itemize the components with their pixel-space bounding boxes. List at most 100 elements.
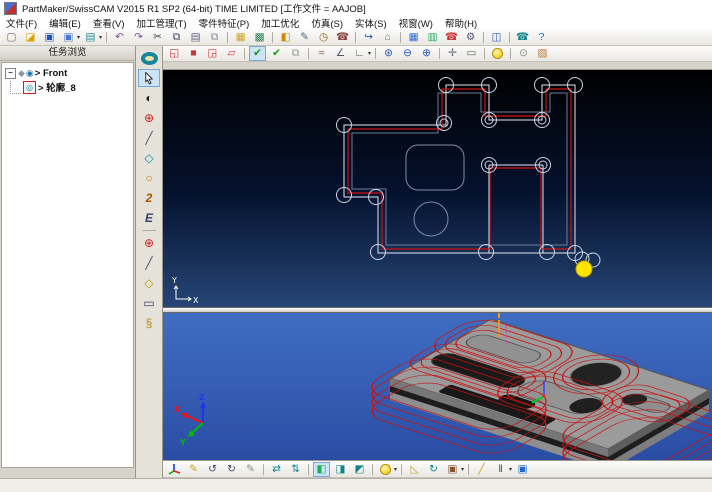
menu-optimize[interactable]: 加工优化 xyxy=(255,16,305,30)
feature-pocket-icon[interactable]: ▭ xyxy=(138,294,160,312)
toolpath-corner-icon[interactable]: ∟ xyxy=(351,46,368,61)
probe-tools-icon[interactable]: ‖ xyxy=(492,462,509,477)
menu-simulation[interactable]: 仿真(S) xyxy=(305,16,349,30)
2d-drawing[interactable]: Y X xyxy=(163,70,712,307)
edit-plane-icon[interactable]: ✎ xyxy=(242,462,259,477)
select-cursor-icon[interactable] xyxy=(138,69,160,87)
menu-features[interactable]: 零件特征(P) xyxy=(193,16,256,30)
feature-line-icon[interactable]: ╱ xyxy=(138,254,160,272)
undo-icon[interactable]: ↶ xyxy=(111,30,128,45)
contact-icon[interactable]: ☎ xyxy=(514,30,531,45)
sketch-plane-icon[interactable]: ✎ xyxy=(185,462,202,477)
feature-thread-icon[interactable]: § xyxy=(138,314,160,332)
sketch-circle-icon[interactable]: ○ xyxy=(138,169,160,187)
sketch-profile-icon[interactable]: ◇ xyxy=(138,149,160,167)
tree-node-label[interactable]: > Front xyxy=(35,68,67,79)
verify-feature-icon[interactable]: ✔ xyxy=(249,46,266,61)
side-view-icon[interactable]: ◩ xyxy=(351,462,368,477)
dropdown-arrow-icon[interactable]: ▾ xyxy=(509,466,512,473)
feature-point-icon[interactable]: ⊕ xyxy=(138,234,160,252)
sketch-arc-icon[interactable]: 2 xyxy=(138,189,160,207)
show-part-icon[interactable] xyxy=(489,46,506,61)
menu-solids[interactable]: 实体(S) xyxy=(349,16,393,30)
edit-sheet-icon[interactable]: ✎ xyxy=(296,30,313,45)
capture-icon[interactable]: ▩ xyxy=(251,30,268,45)
shade-toggle-icon[interactable] xyxy=(377,462,394,477)
window-full-icon[interactable]: ■ xyxy=(185,46,202,61)
tree-node-contour[interactable]: ◎ > 轮廓_8 xyxy=(2,80,133,94)
split-view-icon[interactable]: ◫ xyxy=(488,30,505,45)
dropdown-arrow-icon[interactable]: ▾ xyxy=(394,466,397,473)
engrave-text-icon[interactable]: E xyxy=(138,209,160,227)
iso-view-icon[interactable]: ◧ xyxy=(313,462,330,477)
process-table-icon[interactable]: ▦ xyxy=(232,30,249,45)
tree-node-label[interactable]: > 轮廓_8 xyxy=(38,80,76,94)
import-file-icon[interactable]: ↪ xyxy=(360,30,377,45)
shade-mode-icon[interactable]: ◐ xyxy=(138,89,160,107)
top-view-icon[interactable]: ◨ xyxy=(332,462,349,477)
3d-simulation-view[interactable]: Z X Y xyxy=(163,313,712,460)
menu-window[interactable]: 视窗(W) xyxy=(393,16,439,30)
cycle-time-icon[interactable]: ◷ xyxy=(315,30,332,45)
sketch-point-icon[interactable]: ⊕ xyxy=(138,109,160,127)
job-setup-icon[interactable]: ◧ xyxy=(277,30,294,45)
redo-icon[interactable]: ↷ xyxy=(130,30,147,45)
zoom-select-icon[interactable]: ⊙ xyxy=(515,46,532,61)
layers-icon[interactable]: ▧ xyxy=(534,46,551,61)
toolpath-flow-icon[interactable]: ≈ xyxy=(313,46,330,61)
cut-icon[interactable]: ✂ xyxy=(149,30,166,45)
menu-process[interactable]: 加工管理(T) xyxy=(130,16,192,30)
sketch-line-icon[interactable]: ╱ xyxy=(138,129,160,147)
menu-file[interactable]: 文件(F) xyxy=(0,16,43,30)
verify-off-icon[interactable]: ⧉ xyxy=(287,46,304,61)
flip-vertical-icon[interactable]: ⇅ xyxy=(287,462,304,477)
tree-node-front[interactable]: − ◆ ◉ > Front xyxy=(2,66,133,80)
axis-triad-icon[interactable] xyxy=(166,462,183,477)
camera-view-icon[interactable]: ▣ xyxy=(444,462,461,477)
paste-icon[interactable]: ▤ xyxy=(187,30,204,45)
dropdown-arrow-icon[interactable]: ▾ xyxy=(461,466,464,473)
zoom-window-icon[interactable]: ▭ xyxy=(463,46,480,61)
rotate-left-icon[interactable]: ↺ xyxy=(204,462,221,477)
window-new-icon[interactable]: ▱ xyxy=(223,46,240,61)
print-icon[interactable]: ▤ xyxy=(82,30,99,45)
rotate-right-icon[interactable]: ↻ xyxy=(223,462,240,477)
menu-help[interactable]: 帮助(H) xyxy=(439,16,483,30)
toolpath-lead-icon[interactable]: ∠ xyxy=(332,46,349,61)
2d-cam-view[interactable]: Y X xyxy=(163,70,712,307)
new-file-icon[interactable]: ▢ xyxy=(3,30,20,45)
3d-drawing[interactable]: Z X Y xyxy=(163,313,712,460)
zoom-in-icon[interactable]: ⊕ xyxy=(418,46,435,61)
verify-all-icon[interactable]: ✔ xyxy=(268,46,285,61)
view-grid-icon[interactable]: ▦ xyxy=(405,30,422,45)
dropdown-arrow-icon[interactable]: ▾ xyxy=(77,34,80,41)
clear-stock-icon[interactable]: ◺ xyxy=(406,462,423,477)
spin-view-icon[interactable]: ↻ xyxy=(425,462,442,477)
library-icon[interactable]: ⌂ xyxy=(379,30,396,45)
paste-special-icon[interactable]: ⧉ xyxy=(206,30,223,45)
post-run-icon[interactable]: ☎ xyxy=(443,30,460,45)
feature-profile-icon[interactable]: ◇ xyxy=(138,274,160,292)
save-icon[interactable]: ▣ xyxy=(41,30,58,45)
options-icon[interactable]: ⚙ xyxy=(462,30,479,45)
zoom-all-icon[interactable]: ⊛ xyxy=(380,46,397,61)
tree-collapse-icon[interactable]: − xyxy=(5,68,16,79)
window-front-icon[interactable]: ◱ xyxy=(166,46,183,61)
doc-colors-icon[interactable]: ▥ xyxy=(424,30,441,45)
post-config-icon[interactable]: ☎ xyxy=(334,30,351,45)
tool-position-marker[interactable] xyxy=(576,261,592,277)
copy-icon[interactable]: ⧉ xyxy=(168,30,185,45)
task-tree[interactable]: − ◆ ◉ > Front ◎ > 轮廓_8 xyxy=(1,62,134,468)
save-all-icon[interactable]: ▣ xyxy=(60,30,77,45)
menu-edit[interactable]: 编辑(E) xyxy=(43,16,87,30)
window-swap-icon[interactable]: ◲ xyxy=(204,46,221,61)
contour-feature-icon[interactable]: ◎ xyxy=(23,81,36,94)
open-folder-icon[interactable]: ◪ xyxy=(22,30,39,45)
flip-horizontal-icon[interactable]: ⇄ xyxy=(268,462,285,477)
pan-icon[interactable]: ✛ xyxy=(444,46,461,61)
menu-view[interactable]: 查看(V) xyxy=(87,16,131,30)
dropdown-arrow-icon[interactable]: ▾ xyxy=(99,34,102,41)
measure-pencil-icon[interactable]: ╱ xyxy=(473,462,490,477)
monitor-sim-icon[interactable]: ▣ xyxy=(514,462,531,477)
help-icon[interactable]: ? xyxy=(533,30,550,45)
